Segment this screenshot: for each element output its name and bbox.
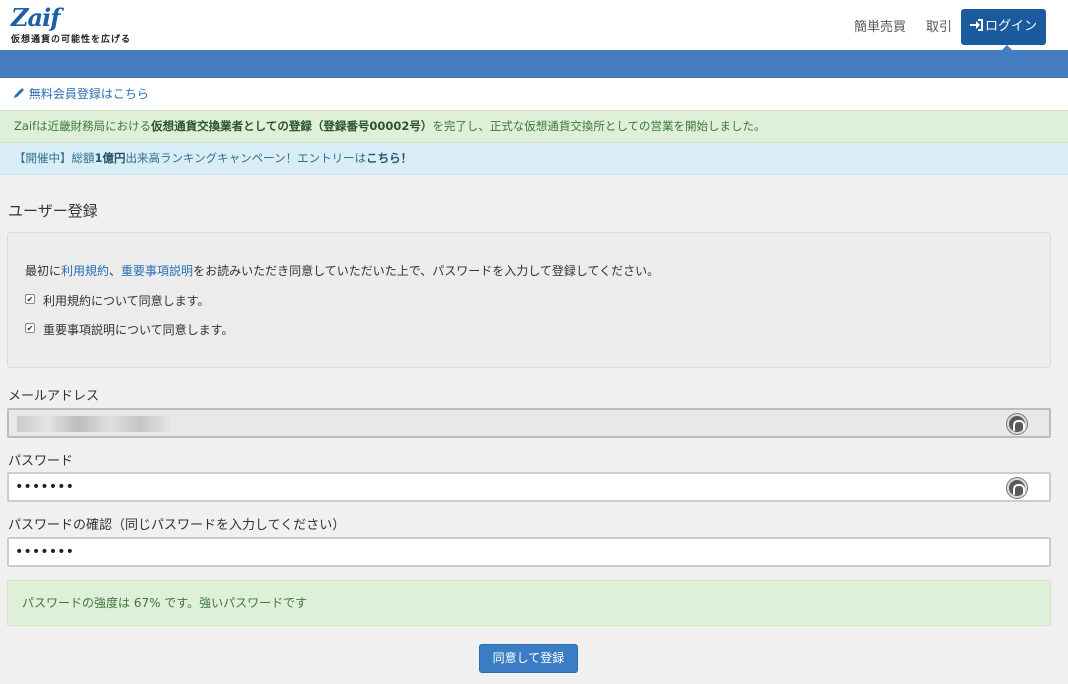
terms-intro-text: 最初に利用規約、重要事項説明をお読みいただき同意していただいた上で、パスワードを… [25,262,659,279]
campaign-amount: 1億円 [94,151,126,165]
zaif-logo[interactable]: Zaif 仮想通貨の可能性を広げる [11,3,161,46]
password-manager-icon[interactable] [1007,478,1027,498]
agree-and-register-button[interactable]: 同意して登録 [479,644,578,673]
signup-row: 無料会員登録はこちら [0,78,1068,110]
header-color-bar [0,50,1068,78]
email-field[interactable] [7,408,1051,438]
free-signup-label: 無料会員登録はこちら [28,87,149,101]
password-confirm-field[interactable]: ••••••• [7,537,1051,567]
sign-in-icon [970,19,983,31]
terms-of-use-link[interactable]: 利用規約 [61,264,109,278]
password-manager-icon[interactable] [1007,414,1027,434]
agree-important-label[interactable]: 重要事項説明について同意します。 [43,321,233,338]
redacted-email-value [17,416,171,432]
password-field[interactable]: ••••••• [7,472,1051,502]
password-label: パスワード [8,454,74,469]
notice-text-after: を完了し、正式な仮想通貨交換所としての営業を開始しました。 [432,119,766,133]
password-confirm-value: ••••••• [15,544,75,560]
password-strength-message: パスワードの強度は 67% です。強いパスワードです [7,580,1051,626]
pencil-icon [14,88,24,98]
notice-text-bold: 仮想通貨交換業者としての登録（登録番号00002号） [151,119,433,133]
campaign-entry-link[interactable]: こちら！ [366,151,412,165]
nav-trade[interactable]: 取引 [926,16,952,35]
password-confirm-label: パスワードの確認（同じパスワードを入力してください） [8,518,346,533]
password-value: ••••••• [15,479,75,495]
page-title: ユーザー登録 [8,202,98,220]
terms-intro-first: 最初に [25,264,62,278]
free-signup-link[interactable]: 無料会員登録はこちら [13,85,149,102]
logo-tagline: 仮想通貨の可能性を広げる [11,35,132,45]
terms-agreement-panel: 最初に利用規約、重要事項説明をお読みいただき同意していただいた上で、パスワードを… [7,232,1051,368]
campaign-middle: 出来高ランキングキャンペーン！エントリーは [125,151,367,165]
login-label: ログイン [985,19,1038,34]
nav-simple-trade[interactable]: 簡単売買 [854,16,906,35]
agree-terms-label[interactable]: 利用規約について同意します。 [43,292,209,309]
agree-terms-checkbox[interactable]: ✔ [25,294,35,304]
agree-important-checkbox[interactable]: ✔ [25,323,35,333]
top-navbar: Zaif 仮想通貨の可能性を広げる 簡単売買 取引 ログイン [0,0,1068,50]
login-button[interactable]: ログイン [961,9,1046,45]
terms-intro-rest: をお読みいただき同意していただいた上で、パスワードを入力して登録してください。 [193,264,660,278]
notice-text-before: Zaifは近畿財務局における [14,119,152,133]
campaign-alert: 【開催中】総額1億円出来高ランキングキャンペーン！エントリーはこちら！ [0,143,1068,175]
email-label: メールアドレス [8,389,100,404]
terms-separator: 、 [109,264,122,278]
logo-wordmark: Zaif [11,3,61,32]
registration-notice-alert: Zaifは近畿財務局における仮想通貨交換業者としての登録（登録番号00002号）… [0,110,1068,143]
important-matters-link[interactable]: 重要事項説明 [121,264,193,278]
campaign-prefix: 【開催中】総額 [14,151,95,165]
